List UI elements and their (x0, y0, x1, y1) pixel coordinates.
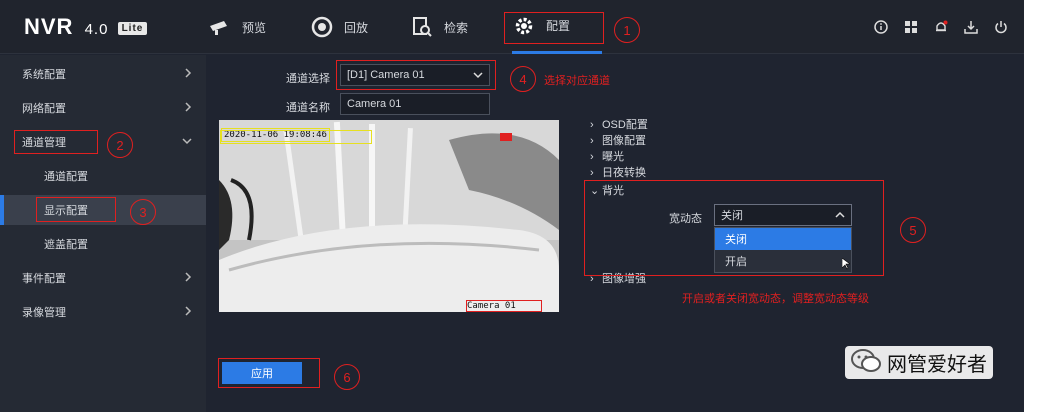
camera-preview: 2020-11-06 19:08:46 Camera 01 (219, 120, 559, 312)
chevron-right-icon (184, 306, 192, 319)
tab-playback[interactable]: 回放 (310, 0, 368, 54)
channel-name-label: 通道名称 (286, 102, 330, 114)
channel-name-input[interactable]: Camera 01 (340, 93, 490, 115)
sidebar: 系统配置 网络配置 通道管理 通道配置 显示配置 遮盖配置 事件配置 录像管理 (0, 55, 206, 412)
sidebar-item-system-config[interactable]: 系统配置 (0, 59, 206, 89)
chevron-right-icon (184, 272, 192, 285)
watermark: 网管爱好者 (845, 346, 993, 379)
sidebar-item-label: 网络配置 (22, 103, 66, 115)
annotation-note-select-channel: 选择对应通道 (544, 75, 610, 87)
sidebar-item-recording-management[interactable]: 录像管理 (0, 297, 206, 327)
chevron-right-icon: › (590, 151, 594, 163)
brand-logo: NVR 4.0 Lite (24, 14, 148, 40)
channel-name-value: Camera 01 (347, 98, 402, 110)
sidebar-item-label: 遮盖配置 (44, 239, 88, 251)
tab-preview-label: 预览 (242, 20, 267, 35)
sidebar-item-event-config[interactable]: 事件配置 (0, 263, 206, 293)
brand-name: NVR (24, 14, 74, 39)
bell-icon[interactable] (932, 18, 950, 36)
chevron-right-icon: › (590, 135, 594, 147)
annotation-marker: 5 (900, 217, 926, 243)
section-image-config[interactable]: › 图像配置 (590, 132, 646, 148)
sidebar-item-mask-config[interactable]: 遮盖配置 (0, 229, 206, 259)
camera-icon (208, 15, 232, 39)
sidebar-item-label: 系统配置 (22, 69, 66, 81)
watermark-text: 网管爱好者 (887, 354, 987, 376)
annotation-box (14, 130, 98, 154)
annotation-marker: 6 (334, 364, 360, 390)
section-label: OSD配置 (602, 119, 648, 131)
chevron-right-icon: › (590, 167, 594, 179)
section-day-night[interactable]: › 日夜转换 (590, 164, 646, 180)
brand-edition-badge: Lite (117, 22, 148, 35)
annotation-box (584, 180, 884, 276)
annotation-marker: 1 (614, 17, 640, 43)
annotation-box (336, 60, 496, 90)
wechat-icon (851, 348, 881, 377)
annotation-marker: 3 (130, 199, 156, 225)
channel-select-label: 通道选择 (286, 73, 330, 85)
tab-playback-label: 回放 (344, 20, 369, 35)
section-label: 日夜转换 (602, 167, 646, 179)
playback-icon (310, 15, 334, 39)
chevron-down-icon (182, 136, 192, 148)
tab-search-label: 检索 (444, 20, 469, 35)
apps-icon[interactable] (902, 18, 920, 36)
chevron-right-icon (184, 102, 192, 115)
sidebar-item-label: 通道配置 (44, 171, 88, 183)
info-icon[interactable] (872, 18, 890, 36)
tab-preview[interactable]: 预览 (208, 0, 266, 54)
chevron-right-icon: › (590, 119, 594, 131)
chevron-right-icon (184, 68, 192, 81)
annotation-box (218, 358, 320, 388)
annotation-note-wdr: 开启或者关闭宽动态，调整宽动态等级 (682, 293, 869, 305)
annotation-box (36, 197, 116, 222)
annotation-box (466, 300, 542, 312)
section-exposure[interactable]: › 曝光 (590, 148, 624, 164)
section-osd-config[interactable]: › OSD配置 (590, 116, 648, 132)
annotation-marker: 4 (510, 66, 536, 92)
sidebar-item-network-config[interactable]: 网络配置 (0, 93, 206, 123)
sidebar-item-label: 录像管理 (22, 307, 66, 319)
sidebar-item-label: 事件配置 (22, 273, 66, 285)
annotation-marker: 2 (107, 132, 133, 158)
annotation-box (504, 12, 604, 44)
section-label: 曝光 (602, 151, 624, 163)
camera-scene-image (219, 120, 559, 312)
tab-search[interactable]: 检索 (410, 0, 468, 54)
power-icon[interactable] (992, 18, 1010, 36)
section-label: 图像配置 (602, 135, 646, 147)
download-icon[interactable] (962, 18, 980, 36)
sidebar-item-channel-config[interactable]: 通道配置 (0, 161, 206, 191)
brand-version: 4.0 (84, 21, 109, 38)
top-right-icons (872, 18, 1010, 36)
osd-time-highlight (220, 130, 372, 144)
search-file-icon (410, 15, 434, 39)
